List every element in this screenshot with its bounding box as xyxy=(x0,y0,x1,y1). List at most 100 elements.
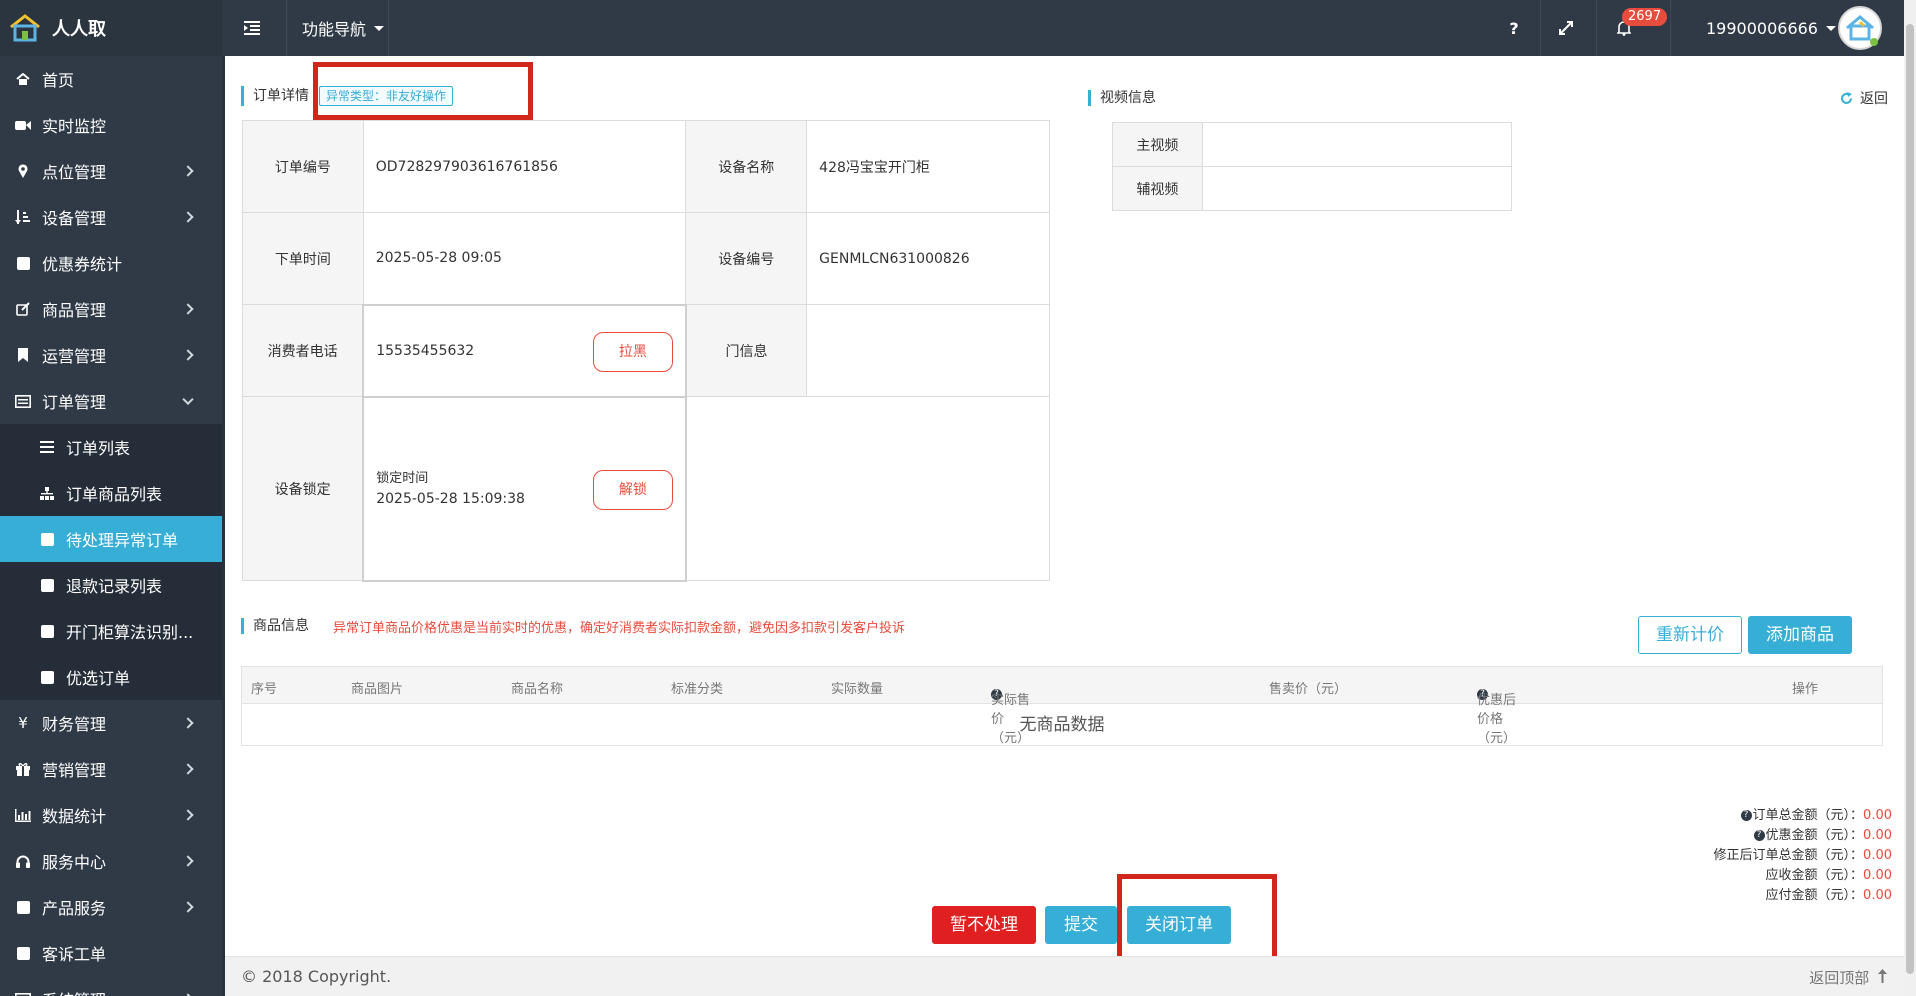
sidebar-item-location[interactable]: 点位管理 xyxy=(0,148,222,194)
gift-icon xyxy=(14,762,32,776)
question-circle-icon[interactable]: ? xyxy=(1753,830,1765,841)
bar-chart-icon xyxy=(14,808,32,822)
sidebar-item-coupon-stats[interactable]: 优惠券统计 xyxy=(0,240,222,286)
user-menu-dropdown[interactable]: 19900006666 xyxy=(1706,0,1836,56)
sidebar-item-data-stats[interactable]: 数据统计 xyxy=(0,792,222,838)
sidebar-item-pending-exception-orders[interactable]: 待处理异常订单 xyxy=(0,516,222,562)
sidebar-item-algorithm-recognition[interactable]: 开门柜算法识别... xyxy=(0,608,222,654)
notification-badge: 2697 xyxy=(1622,8,1668,26)
sidebar-item-label: 退款记录列表 xyxy=(66,577,163,596)
device-lock-label: 设备锁定 xyxy=(242,396,364,581)
sidebar-item-finance[interactable]: ¥ 财务管理 xyxy=(0,700,222,746)
sidebar-item-marketing[interactable]: 营销管理 xyxy=(0,746,222,792)
column-header: 售卖价（元） xyxy=(1269,682,1348,697)
video-info-title: 视频信息 xyxy=(1088,90,1156,106)
square-icon xyxy=(14,256,32,270)
top-navbar: 人人取 功能导航 ? 2697 19900006666 xyxy=(0,0,1916,56)
question-icon: ? xyxy=(1509,18,1519,38)
chevron-right-icon xyxy=(182,901,194,913)
scrollbar-thumb[interactable] xyxy=(1906,24,1914,974)
sidebar-item-label: 首页 xyxy=(42,71,75,90)
summary-total-label: 订单总金额（元）： xyxy=(1752,808,1864,823)
sidebar-item-operation[interactable]: 运营管理 xyxy=(0,332,222,378)
square-icon xyxy=(14,946,32,960)
sidebar-item-system[interactable]: 系统管理 xyxy=(0,976,222,996)
refresh-icon xyxy=(1841,91,1852,104)
order-detail-table: 订单编号 OD728297903616761856 设备名称 428冯宝宝开门柜… xyxy=(242,120,1050,582)
summary-total-value: 0.00 xyxy=(1863,808,1892,823)
arrow-up-icon xyxy=(1878,969,1887,983)
square-icon xyxy=(38,532,56,546)
sidebar-item-label: 财务管理 xyxy=(42,715,107,734)
indent-icon xyxy=(244,21,260,35)
goods-info-title: 商品信息 xyxy=(241,618,309,634)
add-goods-button[interactable]: 添加商品 xyxy=(1748,616,1852,654)
sidebar-item-home[interactable]: 首页 xyxy=(0,56,222,102)
phone-label: 消费者电话 xyxy=(242,304,364,397)
scrollbar[interactable] xyxy=(1904,0,1916,996)
sitemap-icon xyxy=(38,486,56,500)
sidebar-item-order-goods-list[interactable]: 订单商品列表 xyxy=(0,470,222,516)
map-marker-icon xyxy=(14,164,32,178)
column-header: 实际数量 xyxy=(831,682,884,697)
chevron-right-icon xyxy=(182,165,194,177)
divider xyxy=(1596,0,1597,56)
back-label: 返回 xyxy=(1860,91,1888,107)
sidebar-toggle-button[interactable] xyxy=(244,0,284,56)
goods-warning-text: 异常订单商品价格优惠是当前实时的优惠，确定好消费者实际扣款金额，避免因多扣款引发… xyxy=(333,621,906,636)
door-info-value xyxy=(806,304,1050,397)
main-content: 订单详情 异常类型：非友好操作 订单编号 OD728297903616761856… xyxy=(222,56,1916,996)
question-circle-icon[interactable]: ? xyxy=(1740,810,1752,821)
sidebar-item-label: 营销管理 xyxy=(42,761,107,780)
sidebar-item-preferred-orders[interactable]: 优选订单 xyxy=(0,654,222,700)
sidebar-item-device[interactable]: 设备管理 xyxy=(0,194,222,240)
back-to-top-label: 返回顶部 xyxy=(1809,969,1870,987)
sidebar-item-label: 设备管理 xyxy=(42,209,107,228)
expand-icon xyxy=(1559,21,1573,35)
back-to-top-link[interactable]: 返回顶部 xyxy=(1809,967,1887,988)
sidebar-item-label: 商品管理 xyxy=(42,301,107,320)
sidebar-item-goods[interactable]: 商品管理 xyxy=(0,286,222,332)
summary-revised-value: 0.00 xyxy=(1863,848,1892,863)
square-icon xyxy=(38,670,56,684)
sidebar-item-order-list[interactable]: 订单列表 xyxy=(0,424,222,470)
summary-receivable-value: 0.00 xyxy=(1863,868,1892,883)
order-detail-row: 订单编号 OD728297903616761856 设备名称 428冯宝宝开门柜 xyxy=(242,120,1050,213)
function-nav-dropdown[interactable]: 功能导航 xyxy=(302,0,385,56)
sidebar-item-order[interactable]: 订单管理 xyxy=(0,378,222,424)
summary-payable-label: 应付金额（元）： xyxy=(1765,888,1864,903)
sidebar-item-complaint-ticket[interactable]: 客诉工单 xyxy=(0,930,222,976)
order-time-label: 下单时间 xyxy=(242,212,364,305)
order-no-label: 订单编号 xyxy=(242,120,364,213)
avatar-logo-icon xyxy=(1846,15,1878,46)
sidebar-item-monitor[interactable]: 实时监控 xyxy=(0,102,222,148)
sidebar-item-service-center[interactable]: 服务中心 xyxy=(0,838,222,884)
device-no-value: GENMLCN631000826 xyxy=(806,212,1050,305)
chevron-right-icon xyxy=(182,211,194,223)
chevron-right-icon xyxy=(182,855,194,867)
sidebar-item-product-service[interactable]: 产品服务 xyxy=(0,884,222,930)
column-header: 操作 xyxy=(1792,682,1819,697)
aux-video-value xyxy=(1201,166,1513,211)
help-button[interactable]: ? xyxy=(1502,0,1526,56)
sidebar-item-label: 点位管理 xyxy=(42,163,107,182)
square-icon xyxy=(14,900,32,914)
sidebar-item-refund-records[interactable]: 退款记录列表 xyxy=(0,562,222,608)
video-row: 主视频 xyxy=(1112,122,1513,167)
user-phone: 19900006666 xyxy=(1706,18,1818,38)
back-button[interactable]: 返回 xyxy=(1840,88,1888,108)
unlock-button[interactable]: 解锁 xyxy=(592,469,673,510)
ignore-button[interactable]: 暂不处理 xyxy=(932,906,1036,944)
sidebar-item-label: 订单列表 xyxy=(66,439,131,458)
summary-discount: ? 优惠金额（元）：0.00 xyxy=(1753,824,1892,843)
reprice-button[interactable]: 重新计价 xyxy=(1638,616,1742,654)
square-icon xyxy=(38,624,56,638)
sidebar-item-label: 数据统计 xyxy=(42,807,107,826)
avatar[interactable] xyxy=(1838,6,1882,50)
brand[interactable]: 人人取 xyxy=(0,0,222,56)
divider xyxy=(388,0,389,56)
blacklist-button[interactable]: 拉黑 xyxy=(592,331,673,372)
submit-button[interactable]: 提交 xyxy=(1045,906,1117,944)
fullscreen-button[interactable] xyxy=(1556,0,1576,56)
order-detail-title-text: 订单详情 xyxy=(253,88,309,104)
